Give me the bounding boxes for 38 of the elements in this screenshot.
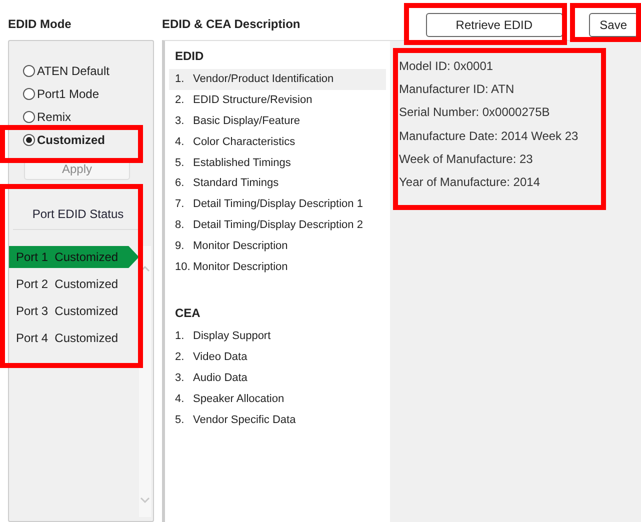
list-item[interactable]: 2. EDID Structure/Revision: [169, 90, 386, 111]
list-item[interactable]: 2. Video Data: [169, 346, 386, 368]
port-item[interactable]: Port 1 Customized: [9, 246, 139, 268]
retrieve-button[interactable]: Retrieve EDID: [426, 13, 563, 37]
list-item[interactable]: 4. Color Characteristics: [169, 131, 386, 152]
list-item[interactable]: 4. Speaker Allocation: [169, 388, 386, 410]
port-item[interactable]: Port 3 Customized: [9, 300, 139, 322]
list-heading: EDID: [174, 48, 205, 65]
list-item[interactable]: 3. Basic Display/Feature: [169, 110, 386, 132]
detail-text: Manufacture Date: 2014 Week 23: [399, 128, 580, 145]
scroll-up-icon[interactable]: [140, 266, 150, 272]
list-item[interactable]: 9. Monitor Description: [169, 235, 386, 256]
section-title: EDID Mode: [8, 16, 72, 33]
section-title: EDID & CEA Description: [162, 16, 302, 33]
list-item[interactable]: 10. Monitor Description: [169, 256, 386, 277]
detail-text: Manufacturer ID: ATN: [399, 82, 516, 98]
list-item[interactable]: 3. Audio Data: [169, 368, 386, 388]
list-item[interactable]: 6. Standard Timings: [169, 172, 386, 194]
radio-option[interactable]: Port1 Mode: [23, 86, 153, 101]
list-item[interactable]: 5. Established Timings: [169, 152, 386, 173]
radio-option[interactable]: Remix: [23, 109, 153, 124]
save-button[interactable]: Save: [588, 13, 638, 37]
detail-text: Serial Number: 0x0000275B: [399, 105, 551, 122]
port-item[interactable]: Port 2 Customized: [9, 273, 139, 295]
highlight-frame: [570, 3, 641, 42]
list-item[interactable]: 8. Detail Timing/Display Description 2: [169, 214, 386, 236]
detail-text: Model ID: 0x0001: [399, 59, 494, 75]
detail-text: Week of Manufacture: 23: [399, 152, 534, 168]
radio-option[interactable]: Customized: [23, 132, 153, 147]
section-title: Port EDID Status: [13, 207, 143, 230]
port-item[interactable]: Port 4 Customized: [9, 327, 139, 349]
list-item[interactable]: 7. Detail Timing/Display Description 1: [169, 194, 386, 215]
list-item[interactable]: 1. Display Support: [169, 326, 386, 347]
radio-option[interactable]: ATEN Default: [23, 63, 153, 78]
list-item[interactable]: 5. Vendor Specific Data: [169, 409, 386, 430]
detail-text: Year of Manufacture: 2014: [399, 174, 541, 191]
list-item[interactable]: 1. Vendor/Product Identification: [169, 69, 386, 90]
list-heading: CEA: [174, 304, 202, 322]
